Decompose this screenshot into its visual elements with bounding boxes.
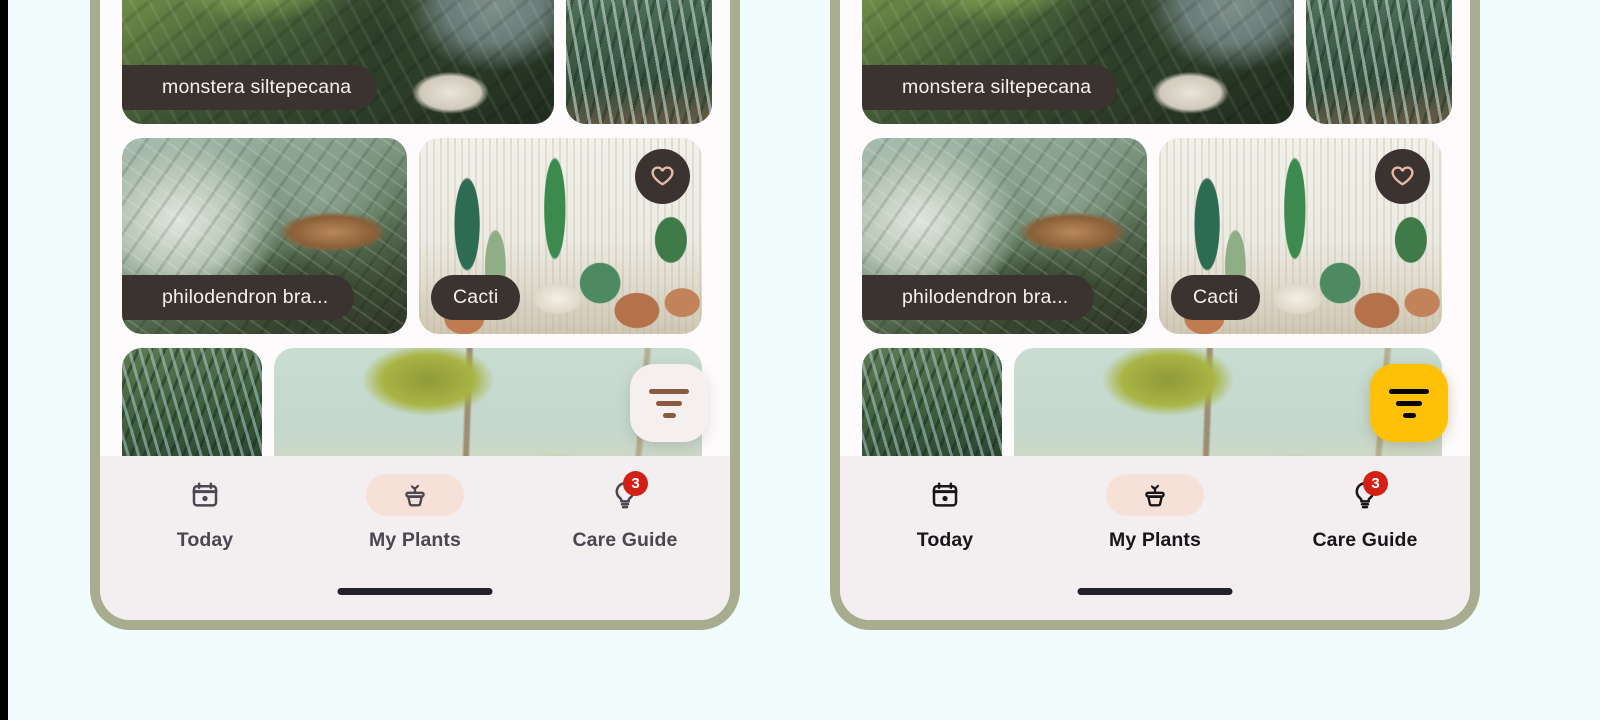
heart-icon bbox=[651, 166, 674, 186]
plant-tile[interactable]: monstera siltepecana bbox=[122, 0, 554, 124]
filter-icon bbox=[1389, 388, 1429, 418]
plant-name-chip: philodendron bra... bbox=[862, 274, 1095, 320]
potted-plant-icon bbox=[1145, 484, 1165, 507]
plant-grid-row: philodendron bra... Cacti bbox=[122, 138, 708, 334]
app-screen: monstera siltepecana philodendron bra...… bbox=[840, 0, 1470, 620]
badge-count: 3 bbox=[1363, 471, 1388, 496]
filter-icon bbox=[649, 388, 689, 418]
home-indicator bbox=[1077, 588, 1233, 595]
plant-grid-row: philodendron bra... Cacti bbox=[862, 138, 1448, 334]
nav-item-my-plants[interactable]: My Plants bbox=[340, 474, 490, 552]
calendar-icon bbox=[192, 482, 218, 507]
nav-item-today[interactable]: Today bbox=[870, 474, 1020, 552]
plant-tile[interactable]: philodendron bra... bbox=[122, 138, 407, 334]
plant-grid-row: monstera siltepecana bbox=[122, 0, 712, 124]
nav-label: My Plants bbox=[1109, 529, 1201, 551]
potted-plant-icon bbox=[405, 484, 425, 507]
fern-photo bbox=[1306, 0, 1452, 124]
plant-tile[interactable] bbox=[566, 0, 712, 124]
plant-tile[interactable]: philodendron bra... bbox=[862, 138, 1147, 334]
favorite-button[interactable] bbox=[1375, 149, 1430, 204]
fern-photo bbox=[566, 0, 712, 124]
calendar-icon bbox=[932, 482, 958, 507]
screen-edge-strip bbox=[0, 0, 8, 720]
badge-count: 3 bbox=[623, 471, 648, 496]
nav-item-today[interactable]: Today bbox=[130, 474, 280, 552]
plant-tile[interactable]: Cacti bbox=[419, 138, 702, 334]
nav-icon-wrap bbox=[1106, 474, 1204, 516]
right-phone: monstera siltepecana philodendron bra...… bbox=[830, 0, 1480, 630]
plant-name-chip: Cacti bbox=[431, 274, 521, 320]
app-screen: monstera siltepecana philodendron bra...… bbox=[100, 0, 730, 620]
bottom-navigation: Today My Plants 3 Care Guide bbox=[840, 456, 1470, 620]
filter-fab[interactable] bbox=[1370, 364, 1448, 442]
plant-name-chip: monstera siltepecana bbox=[862, 64, 1118, 110]
left-phone: monstera siltepecana philodendron bra...… bbox=[90, 0, 740, 630]
nav-label: Care Guide bbox=[572, 529, 678, 551]
plant-tile[interactable] bbox=[1306, 0, 1452, 124]
nav-label: Care Guide bbox=[1312, 529, 1418, 551]
nav-icon-wrap: 3 bbox=[576, 471, 674, 516]
nav-icon-wrap bbox=[896, 474, 994, 516]
plant-tile[interactable]: monstera siltepecana bbox=[862, 0, 1294, 124]
nav-icon-wrap bbox=[366, 474, 464, 516]
nav-item-my-plants[interactable]: My Plants bbox=[1080, 474, 1230, 552]
home-indicator bbox=[337, 588, 493, 595]
plant-name-chip: monstera siltepecana bbox=[122, 64, 378, 110]
plant-name-chip: philodendron bra... bbox=[122, 274, 355, 320]
nav-icon-wrap: 3 bbox=[1316, 471, 1414, 516]
plant-tile[interactable]: Cacti bbox=[1159, 138, 1442, 334]
filter-fab[interactable] bbox=[630, 364, 708, 442]
favorite-button[interactable] bbox=[635, 149, 690, 204]
nav-label: Today bbox=[176, 529, 234, 551]
nav-item-care-guide[interactable]: 3 Care Guide bbox=[1290, 471, 1440, 552]
bottom-navigation: Today My Plants 3 Care Guide bbox=[100, 456, 730, 620]
plant-name-chip: Cacti bbox=[1171, 274, 1261, 320]
nav-label: Today bbox=[916, 529, 974, 551]
heart-icon bbox=[1391, 166, 1414, 186]
nav-label: My Plants bbox=[369, 529, 461, 551]
nav-item-care-guide[interactable]: 3 Care Guide bbox=[550, 471, 700, 552]
nav-icon-wrap bbox=[156, 474, 254, 516]
plant-grid-row: monstera siltepecana bbox=[862, 0, 1452, 124]
